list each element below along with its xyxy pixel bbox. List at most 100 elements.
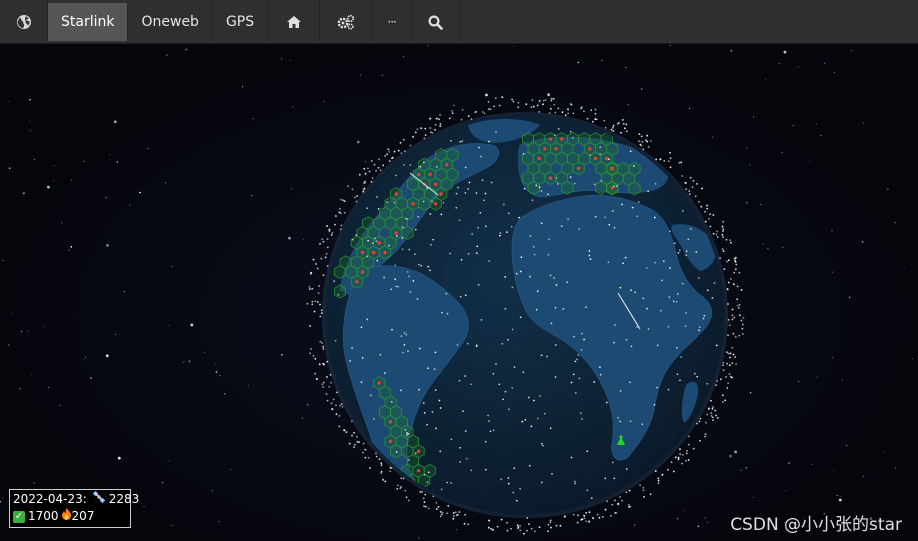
satellite-dot (529, 235, 532, 237)
satellite-dot (431, 200, 433, 203)
satellite-dot (310, 348, 312, 350)
satellite-dot (741, 323, 744, 326)
star (831, 271, 833, 273)
satellite-dot (312, 355, 315, 357)
satellite-dot (639, 484, 641, 486)
satellite-dot (636, 215, 639, 218)
alert-marker (434, 202, 438, 206)
satellite-dot (465, 457, 468, 460)
satellite-dot (460, 118, 463, 121)
star (23, 192, 25, 194)
satellite-dot (536, 290, 539, 293)
star (788, 462, 790, 464)
satellite-dot (681, 282, 684, 285)
satellite-dot (726, 362, 729, 365)
satellite-dot (403, 344, 406, 346)
satellite-dot (375, 240, 378, 243)
satellite-dot (479, 155, 482, 158)
star (734, 450, 737, 454)
satellite-dot (431, 131, 434, 134)
satellite-dot (711, 416, 714, 419)
home-globe-button[interactable] (0, 0, 48, 44)
satellite-dot (578, 227, 580, 230)
satellite-dot (388, 151, 391, 153)
star (30, 130, 31, 132)
satellite-dot (654, 182, 657, 185)
satellite-dot (567, 112, 569, 115)
satellite-dot (391, 156, 394, 159)
tab-gps[interactable]: GPS (213, 0, 269, 44)
star (862, 475, 865, 478)
settings-button[interactable] (320, 0, 373, 44)
satellite-dot (405, 218, 408, 220)
satellite-dot (695, 251, 698, 253)
globe-viewport[interactable] (0, 45, 918, 541)
satellite-dot (631, 206, 634, 209)
satellite-dot (594, 215, 597, 218)
star (418, 537, 420, 539)
star (212, 490, 213, 492)
satellite-dot (498, 104, 501, 107)
star (230, 468, 232, 470)
satellite-dot (628, 489, 631, 492)
satellite-dot (722, 220, 725, 223)
more-button[interactable]: ··· (372, 0, 413, 44)
satellite-dot (555, 176, 558, 179)
tab-starlink[interactable]: Starlink (48, 3, 129, 41)
satellite-dot (406, 432, 408, 434)
satellite-dot (722, 250, 725, 253)
satellite-dot (397, 149, 400, 152)
coverage-cell (334, 284, 346, 299)
satellite-dot (685, 254, 688, 257)
satellite-dot (730, 278, 732, 280)
satellite-dot (698, 326, 701, 329)
satellite-dot (535, 184, 538, 187)
coverage-cell (527, 180, 540, 195)
star (861, 241, 864, 243)
satellite-dot (714, 409, 717, 412)
satellite-dot (573, 335, 575, 338)
satellite-dot (380, 472, 383, 474)
satellite-dot (308, 286, 311, 288)
star (831, 229, 833, 232)
satellite-dot (420, 127, 422, 130)
satellite-dot (600, 180, 603, 182)
satellite-dot (638, 140, 640, 143)
search-button[interactable] (412, 0, 461, 44)
satellite-dot (470, 383, 472, 386)
satellite-dot (315, 263, 317, 265)
satellite-dot (585, 306, 587, 309)
satellite-dot (318, 363, 321, 366)
satellite-dot (594, 108, 597, 111)
star (301, 417, 303, 419)
satellite-dot (678, 161, 681, 164)
satellite-dot (434, 123, 437, 126)
star (682, 509, 684, 511)
alert-marker (610, 186, 614, 190)
satellite-dot (679, 448, 681, 451)
star (117, 456, 121, 460)
home-button[interactable] (268, 0, 321, 44)
satellite-dot (330, 234, 333, 236)
satellite-dot (598, 516, 601, 519)
satellite-dot (567, 108, 569, 111)
satellite-dot (586, 117, 589, 120)
satellite-dot (423, 161, 425, 164)
satellite-dot (487, 414, 489, 417)
satellite-dot (335, 413, 338, 416)
satellite-dot (654, 261, 656, 264)
globe-scene[interactable] (0, 45, 918, 541)
tab-oneweb[interactable]: Oneweb (128, 0, 213, 44)
satellite-dot (343, 211, 346, 214)
satellite-dot (534, 530, 536, 533)
star (164, 182, 166, 184)
satellite-dot (680, 356, 683, 358)
star (190, 323, 194, 327)
satellite-dot (450, 482, 452, 484)
satellite-dot (716, 236, 719, 238)
satellite-dot (463, 522, 466, 525)
satellite-dot (458, 511, 461, 513)
satellite-dot (426, 423, 428, 426)
satellite-dot (552, 97, 555, 100)
satellite-dot (424, 493, 427, 496)
